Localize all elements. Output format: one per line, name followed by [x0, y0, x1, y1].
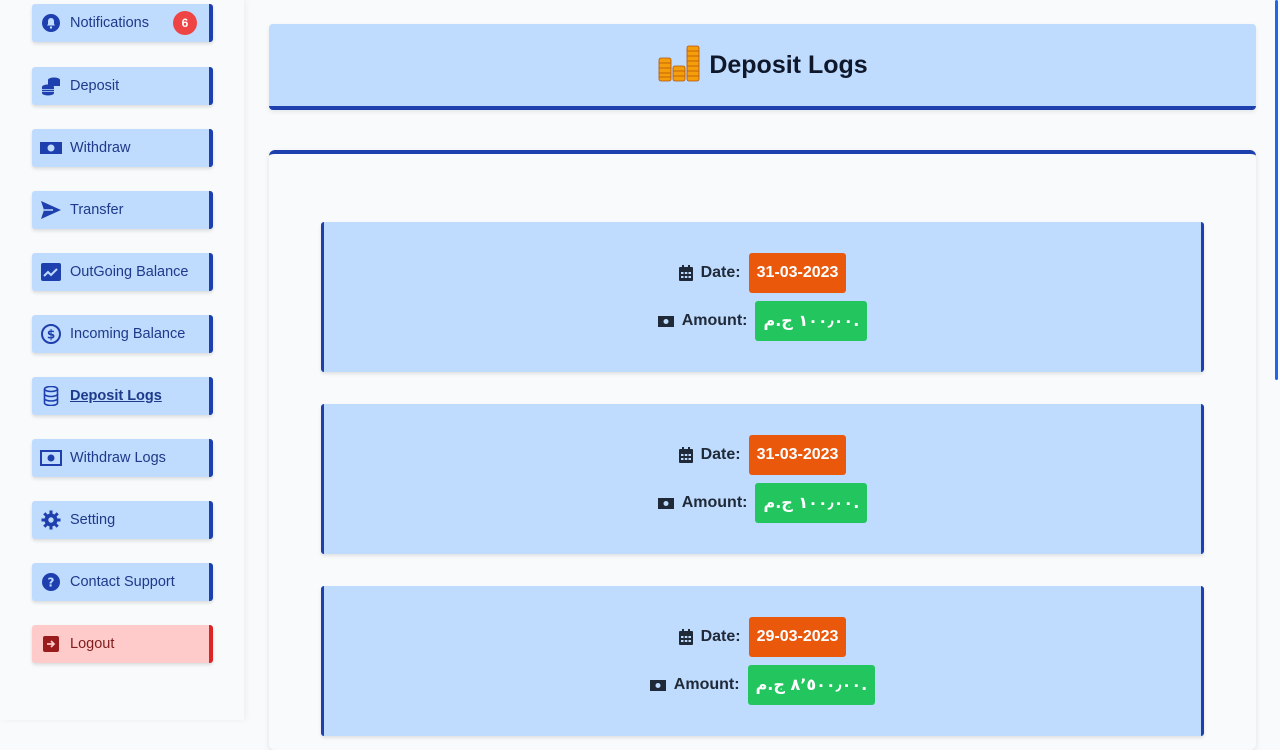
sidebar-item-label: Logout	[70, 636, 115, 652]
sidebar-item-deposit-logs[interactable]: Deposit Logs	[32, 377, 213, 415]
database-icon	[40, 385, 62, 407]
page-title: Deposit Logs	[709, 50, 868, 79]
sidebar: Notifications 6 Deposit Withdraw Transfe…	[0, 0, 244, 720]
calendar-icon	[678, 629, 693, 645]
deposit-log-card: Date: 29-03-2023 Amount: ٨٬٥٠٠٫٠٠ ج.م.	[321, 586, 1204, 736]
sidebar-item-label: Deposit Logs	[70, 388, 162, 404]
money-bill-icon	[657, 497, 674, 509]
amount-value: ٨٬٥٠٠٫٠٠ ج.م.	[747, 665, 876, 705]
sidebar-item-label: Withdraw Logs	[70, 450, 166, 466]
date-label: Date:	[700, 628, 741, 645]
notification-count-badge: 6	[173, 11, 197, 35]
gear-icon	[40, 509, 62, 531]
amount-label: Amount:	[681, 312, 748, 329]
bell-icon	[40, 12, 62, 34]
sidebar-item-label: Deposit	[70, 78, 120, 94]
sidebar-item-label: OutGoing Balance	[70, 264, 189, 280]
question-circle-icon: ?	[40, 571, 62, 593]
sidebar-item-setting[interactable]: Setting	[32, 501, 213, 539]
money-bill-icon	[657, 315, 674, 327]
amount-value: ١٠٠٫٠٠ ج.م.	[755, 301, 868, 341]
sidebar-item-withdraw[interactable]: Withdraw	[32, 129, 213, 167]
paper-plane-icon	[40, 199, 62, 221]
date-label: Date:	[700, 446, 741, 463]
money-bill-icon	[649, 679, 666, 691]
deposit-log-card: Date: 31-03-2023 Amount: ١٠٠٫٠٠ ج.م.	[321, 404, 1204, 554]
deposit-log-card: Date: 31-03-2023 Amount: ١٠٠٫٠٠ ج.م.	[321, 222, 1204, 372]
svg-text:?: ?	[48, 576, 55, 590]
sidebar-item-notifications[interactable]: Notifications 6	[32, 4, 213, 42]
chart-line-icon	[40, 261, 62, 283]
money-bill-icon	[40, 447, 62, 469]
sidebar-item-contact-support[interactable]: ? Contact Support	[32, 563, 213, 601]
svg-text:$: $	[47, 328, 55, 342]
sidebar-item-incoming-balance[interactable]: $ Incoming Balance	[32, 315, 213, 353]
date-value: 31-03-2023	[748, 435, 847, 475]
sidebar-item-outgoing-balance[interactable]: OutGoing Balance	[32, 253, 213, 291]
sidebar-item-deposit[interactable]: Deposit	[32, 67, 213, 105]
sidebar-item-label: Contact Support	[70, 574, 175, 590]
sidebar-item-transfer[interactable]: Transfer	[32, 191, 213, 229]
calendar-icon	[678, 265, 693, 281]
logout-icon	[40, 633, 62, 655]
coins-icon	[657, 44, 701, 87]
money-bill-icon	[40, 137, 62, 159]
dollar-circle-icon: $	[40, 323, 62, 345]
sidebar-item-label: Incoming Balance	[70, 326, 186, 342]
sidebar-item-label: Transfer	[70, 202, 124, 218]
coins-stack-icon	[40, 75, 62, 97]
amount-value: ١٠٠٫٠٠ ج.م.	[755, 483, 868, 523]
date-value: 29-03-2023	[748, 617, 847, 657]
sidebar-item-label: Notifications	[70, 15, 149, 31]
page-scrollbar[interactable]	[1275, 0, 1278, 380]
date-value: 31-03-2023	[748, 253, 847, 293]
sidebar-item-withdraw-logs[interactable]: Withdraw Logs	[32, 439, 213, 477]
date-label: Date:	[700, 264, 741, 281]
page-header: Deposit Logs	[269, 24, 1256, 110]
amount-label: Amount:	[681, 494, 748, 511]
calendar-icon	[678, 447, 693, 463]
sidebar-item-label: Withdraw	[70, 140, 131, 156]
amount-label: Amount:	[673, 676, 740, 693]
sidebar-item-label: Setting	[70, 512, 116, 528]
sidebar-item-logout[interactable]: Logout	[32, 625, 213, 663]
